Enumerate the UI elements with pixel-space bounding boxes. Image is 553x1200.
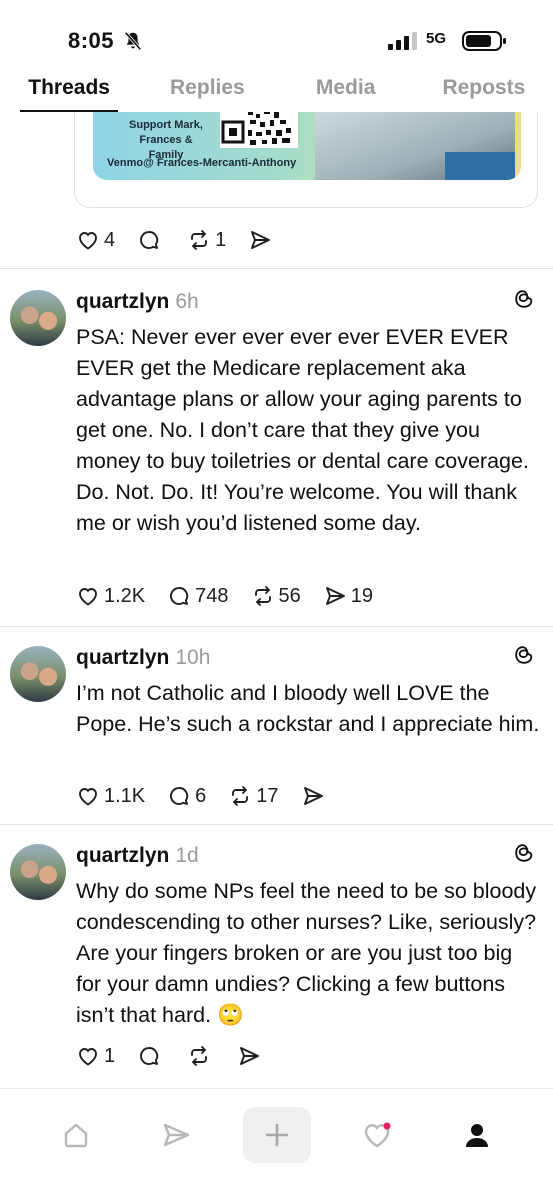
post-username[interactable]: quartzlyn 1d <box>76 844 199 868</box>
send-icon <box>163 1123 190 1147</box>
threads-logo-icon <box>515 844 533 862</box>
like-button[interactable]: 1.1K <box>76 784 145 808</box>
repost-icon <box>191 230 208 250</box>
previous-post-actions: 4 1 <box>76 228 298 252</box>
tab-threads[interactable]: Threads <box>0 72 138 112</box>
network-label: 5G <box>426 30 447 47</box>
fundraiser-flyer-image: Support Mark, Frances & Family Venmo@ Fr… <box>93 112 521 180</box>
tab-replies[interactable]: Replies <box>138 72 276 112</box>
share-button[interactable] <box>248 228 276 252</box>
repost-button[interactable]: 56 <box>251 584 301 608</box>
repost-count: 1 <box>215 228 227 251</box>
flyer-line-1: Support Mark, <box>129 119 203 131</box>
reply-bubble-icon <box>170 587 189 605</box>
nav-profile[interactable] <box>444 1107 510 1163</box>
flyer-photo-sign <box>445 152 515 180</box>
qr-code-icon <box>220 112 298 148</box>
send-icon <box>240 1047 260 1065</box>
heart-icon <box>79 1048 97 1066</box>
signal-icon <box>388 32 417 50</box>
repost-count: 56 <box>278 584 301 607</box>
reply-bubble-icon <box>140 231 159 249</box>
repost-button[interactable]: 17 <box>228 784 279 808</box>
post-time: 1d <box>175 844 199 867</box>
reply-button[interactable] <box>137 228 165 252</box>
threads-logo-icon <box>515 646 533 664</box>
reply-bubble-icon <box>140 1047 159 1065</box>
plus-icon <box>265 1123 289 1147</box>
username-text: quartzlyn <box>76 844 170 867</box>
username-text: quartzlyn <box>76 290 170 313</box>
profile-icon <box>466 1124 488 1147</box>
reply-count: 748 <box>195 584 229 607</box>
profile-tabs: Threads Replies Media Reposts <box>0 72 553 112</box>
status-bar: 8:05 5G <box>0 0 553 72</box>
post-text: Why do some NPs feel the need to be so b… <box>76 879 537 1027</box>
post-username[interactable]: quartzlyn 10h <box>76 646 210 670</box>
thread-post[interactable]: quartzlyn 6h PSA: Never ever ever ever ev… <box>0 268 553 626</box>
send-icon <box>303 787 323 805</box>
flyer-photo <box>315 112 515 180</box>
repost-button[interactable]: 1 <box>187 228 226 252</box>
heart-icon <box>79 788 97 806</box>
post-actions: 1.1K 6 17 <box>76 784 351 808</box>
post-actions: 1.2K 748 56 19 <box>76 584 395 608</box>
avatar[interactable] <box>10 844 66 900</box>
post-username[interactable]: quartzlyn 6h <box>76 290 199 314</box>
thread-post[interactable]: quartzlyn 1d Why do some NPs feel the nee… <box>0 824 553 1086</box>
reply-bubble-icon <box>170 787 189 805</box>
tab-media[interactable]: Media <box>277 72 415 112</box>
thread-post[interactable]: quartzlyn 10h I’m not Catholic and I bloo… <box>0 626 553 824</box>
reply-button[interactable]: 748 <box>167 584 229 608</box>
repost-icon <box>191 1046 208 1066</box>
send-icon <box>251 231 271 249</box>
post-text: PSA: Never ever ever ever ever EVER EVER… <box>76 325 529 535</box>
like-button[interactable]: 4 <box>76 228 115 252</box>
post-image-card[interactable]: Support Mark, Frances & Family Venmo@ Fr… <box>74 112 538 208</box>
nav-home[interactable] <box>43 1107 109 1163</box>
avatar[interactable] <box>10 646 66 702</box>
like-button[interactable]: 1 <box>76 1044 115 1068</box>
heart-icon <box>364 1122 391 1148</box>
repost-icon <box>232 786 249 806</box>
heart-icon <box>79 232 97 250</box>
like-count: 1.1K <box>104 784 146 807</box>
share-button[interactable] <box>237 1044 265 1068</box>
avatar[interactable] <box>10 290 66 346</box>
nav-new-thread-button[interactable] <box>243 1107 311 1163</box>
share-count: 19 <box>350 584 374 607</box>
like-button[interactable]: 1.2K <box>76 584 145 608</box>
like-count: 1.2K <box>104 584 146 607</box>
flyer-venmo-text: Venmo@ Frances-Mercanti-Anthony <box>107 157 297 169</box>
heart-icon <box>79 588 97 606</box>
tab-reposts[interactable]: Reposts <box>415 72 553 112</box>
threads-logo-icon <box>515 290 533 308</box>
share-button[interactable] <box>301 784 329 808</box>
status-time: 8:05 <box>68 28 115 53</box>
reply-button[interactable]: 6 <box>167 784 206 808</box>
post-actions: 1 <box>76 1044 287 1068</box>
reply-count: 6 <box>195 784 207 807</box>
home-icon <box>64 1123 88 1148</box>
send-icon <box>325 587 345 605</box>
bottom-nav <box>0 1088 553 1200</box>
post-time: 10h <box>175 646 211 669</box>
nav-send[interactable] <box>143 1107 209 1163</box>
like-count: 1 <box>104 1044 116 1067</box>
username-text: quartzlyn <box>76 646 170 669</box>
battery-icon <box>462 31 506 51</box>
bell-muted-icon <box>124 31 142 51</box>
repost-count: 17 <box>256 784 279 807</box>
like-count: 4 <box>104 228 116 251</box>
repost-button[interactable] <box>187 1044 215 1068</box>
nav-activity[interactable] <box>344 1107 410 1163</box>
reply-button[interactable] <box>137 1044 165 1068</box>
repost-icon <box>254 586 271 606</box>
post-text: I’m not Catholic and I bloody well LOVE … <box>76 681 540 736</box>
post-time: 6h <box>175 290 199 313</box>
share-button[interactable]: 19 <box>323 584 373 608</box>
